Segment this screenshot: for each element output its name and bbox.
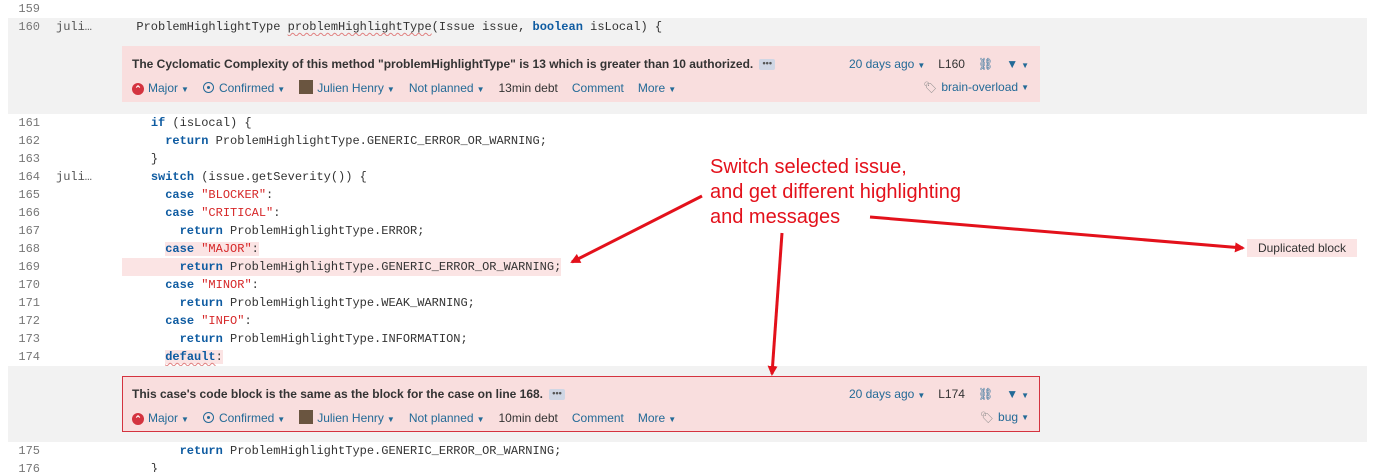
arrow-to-duplicated: [869, 215, 1245, 253]
arrow-to-highlight: [570, 194, 703, 264]
arrow-to-issue: [767, 232, 784, 376]
annotation-arrows: [570, 194, 1245, 376]
